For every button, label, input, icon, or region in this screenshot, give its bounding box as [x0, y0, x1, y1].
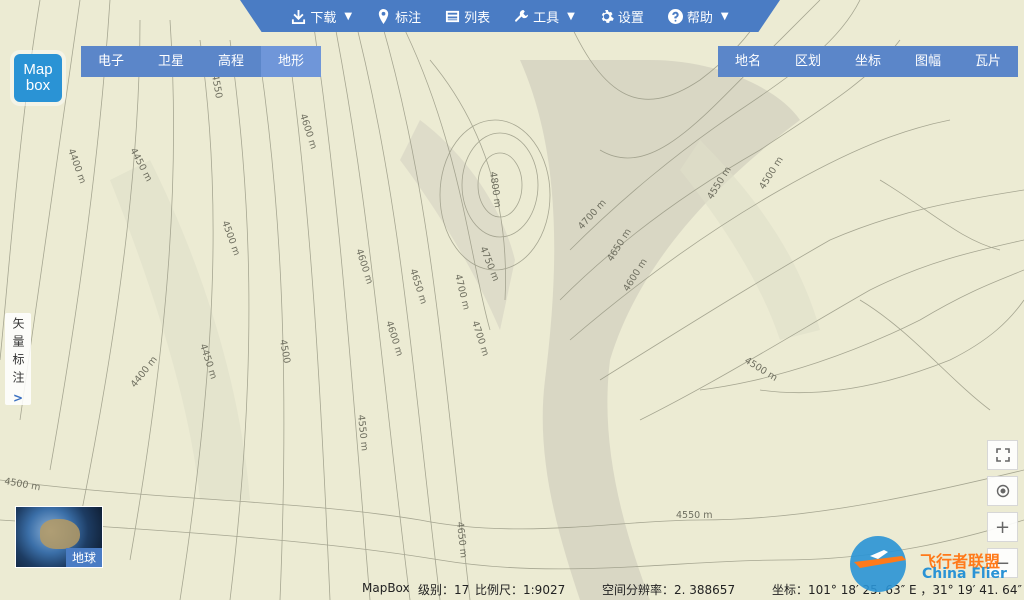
zoom-in-icon: + — [994, 516, 1011, 538]
chevron-down-icon: ▼ — [720, 10, 729, 22]
chevron-down-icon: ▼ — [567, 10, 575, 22]
globe-label: 地球 — [65, 548, 102, 567]
vector-annotation-toggle[interactable]: 矢量标注 > — [5, 313, 31, 405]
settings-button[interactable]: 设置 — [599, 7, 644, 26]
tab-coordinates[interactable]: 坐标 — [838, 46, 898, 77]
fullscreen-icon — [995, 448, 1010, 462]
list-button[interactable]: 列表 — [445, 7, 490, 26]
chevron-down-icon: ▼ — [344, 10, 353, 22]
logo-line2: box — [25, 77, 51, 94]
status-bar: MapBox 级别：17 比例尺：1:9027 空间分辨率：2. 388657 … — [0, 578, 1024, 600]
tab-electronic[interactable]: 电子 — [81, 46, 141, 77]
map-controls: + − — [987, 440, 1018, 578]
marker-icon — [378, 8, 389, 24]
list-label: 列表 — [464, 10, 491, 26]
tools-icon — [515, 9, 529, 22]
tab-map-sheets[interactable]: 图幅 — [898, 46, 958, 77]
zoom-out-icon: − — [994, 552, 1011, 574]
locate-button[interactable] — [987, 476, 1018, 506]
marker-label: 标注 — [395, 10, 422, 26]
status-level: 级别：17 — [418, 583, 470, 597]
tools-menu[interactable]: 工具 ▼ — [514, 7, 575, 26]
tab-boundaries[interactable]: 区划 — [778, 46, 838, 77]
download-label: 下载 — [310, 10, 337, 26]
contour-label: 4550 m — [676, 510, 712, 521]
status-resolution: 空间分辨率：2. 388657 — [602, 583, 736, 597]
tab-terrain[interactable]: 地形 — [261, 46, 321, 77]
gear-icon — [601, 9, 614, 23]
status-brand: MapBox — [362, 581, 410, 595]
download-icon — [292, 9, 306, 24]
overlay-tabs: 地名 区划 坐标 图幅 瓦片 — [718, 46, 1018, 77]
marker-button[interactable]: 标注 — [376, 7, 421, 26]
chevron-right-icon: > — [12, 391, 24, 405]
tools-label: 工具 — [533, 10, 560, 26]
locate-icon — [996, 484, 1009, 498]
tab-tiles[interactable]: 瓦片 — [958, 46, 1018, 77]
help-icon — [667, 8, 683, 24]
zoom-out-button[interactable]: − — [987, 548, 1018, 578]
download-menu[interactable]: 下载 ▼ — [291, 7, 352, 26]
mapbox-logo: Map box — [14, 54, 62, 102]
settings-label: 设置 — [617, 10, 644, 26]
fullscreen-button[interactable] — [987, 440, 1018, 470]
globe-view-button[interactable]: 地球 — [15, 506, 103, 568]
tab-place-names[interactable]: 地名 — [718, 46, 778, 77]
tab-elevation[interactable]: 高程 — [201, 46, 261, 77]
help-label: 帮助 — [686, 10, 713, 26]
logo-line1: Map — [23, 61, 53, 78]
globe-thumbnail — [40, 519, 80, 549]
main-toolbar: 下载 ▼ 标注 列表 工具 ▼ 设置 帮助 ▼ — [240, 0, 780, 32]
help-menu[interactable]: 帮助 ▼ — [667, 7, 729, 26]
tab-satellite[interactable]: 卫星 — [141, 46, 201, 77]
list-icon — [446, 10, 460, 22]
map-type-tabs: 电子 卫星 高程 地形 — [81, 46, 321, 77]
terrain-map[interactable]: 4400 m 4450 m 4500 m 4450 m 4400 m 4600 … — [0, 0, 1024, 600]
zoom-in-button[interactable]: + — [987, 512, 1018, 542]
status-scale: 比例尺：1:9027 — [475, 583, 566, 597]
vector-annotation-label: 矢量标注 — [11, 317, 25, 389]
status-coordinates: 坐标：101° 18′ 25. 63″ E ，31° 19′ 41. 64″ N — [772, 583, 1024, 597]
